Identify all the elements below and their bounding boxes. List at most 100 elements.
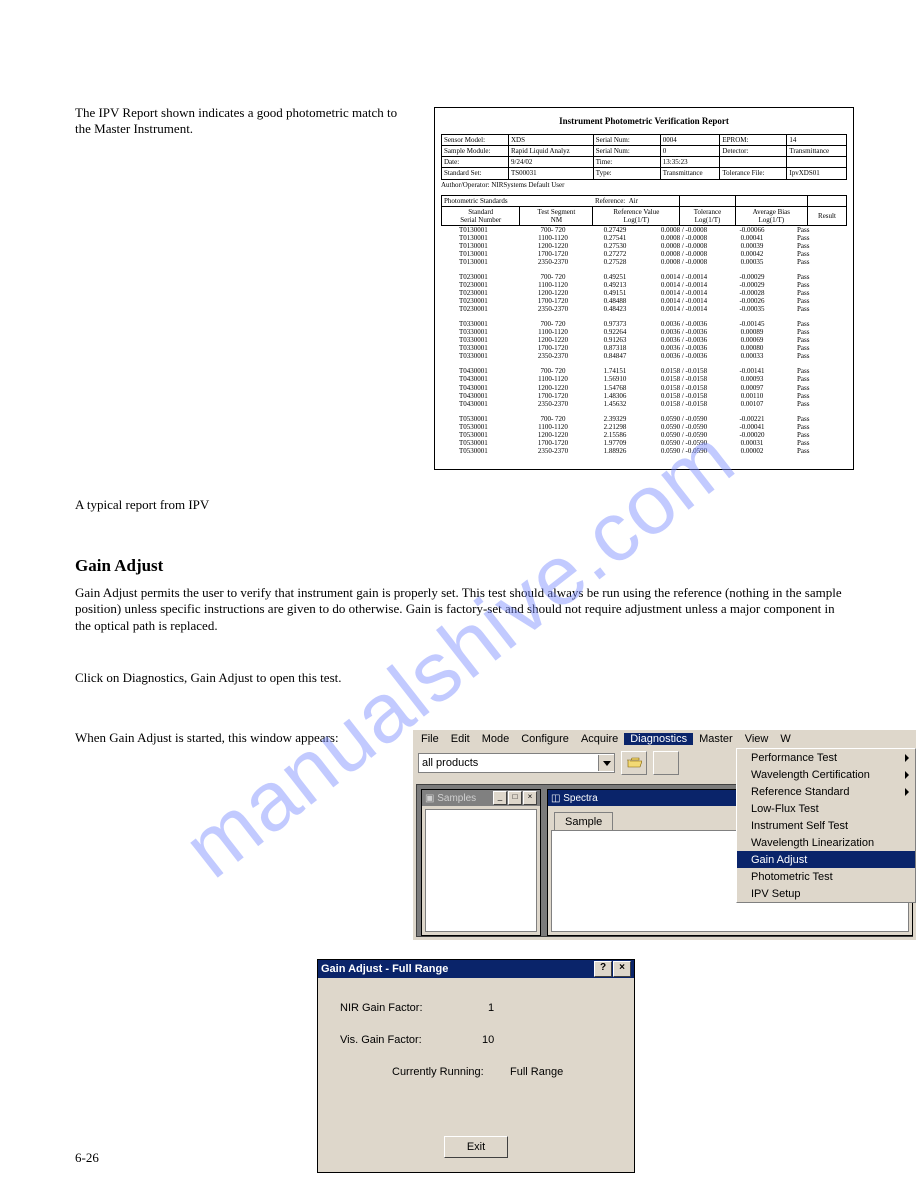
- samples-window: ▣ Samples _ □ ×: [421, 789, 541, 936]
- table-row: T03300011700-17200.873180.0036 / -0.0036…: [441, 344, 847, 352]
- minimize-button[interactable]: _: [493, 791, 507, 805]
- gain-para1: Gain Adjust permits the user to verify t…: [75, 585, 845, 634]
- info-cell: Type:: [593, 168, 660, 179]
- table-row: T03300012350-23700.848470.0036 / -0.0036…: [441, 352, 847, 360]
- menu-file[interactable]: File: [415, 733, 445, 745]
- menu-item-photometric-test[interactable]: Photometric Test: [737, 868, 915, 885]
- info-cell: Date:: [442, 157, 509, 168]
- table-row: T03300011200-12200.912630.0036 / -0.0036…: [441, 336, 847, 344]
- info-cell: Transmittance: [787, 146, 847, 157]
- toolbar-open-button[interactable]: [621, 751, 647, 775]
- menu-item-instrument-self-test[interactable]: Instrument Self Test: [737, 817, 915, 834]
- info-cell: 0004: [660, 135, 720, 146]
- menu-item-low-flux-test[interactable]: Low-Flux Test: [737, 800, 915, 817]
- table-row: T04300011100-11201.569100.0158 / -0.0158…: [441, 375, 847, 383]
- report-info-table: Sensor Model:XDSSerial Num:0004EPROM:14S…: [441, 134, 847, 179]
- folder-open-icon: [626, 756, 642, 770]
- nir-value: 1: [488, 1002, 494, 1014]
- author-label: Author/Operator:: [441, 181, 490, 189]
- menu-item-wavelength-linearization[interactable]: Wavelength Linearization: [737, 834, 915, 851]
- info-cell: 14: [787, 135, 847, 146]
- samples-inner: [425, 809, 537, 932]
- info-cell: Sample Module:: [442, 146, 509, 157]
- table-row: T05300011100-11202.212980.0590 / -0.0590…: [441, 423, 847, 431]
- table-row: T02300011200-12200.491510.0014 / -0.0014…: [441, 289, 847, 297]
- maximize-button[interactable]: □: [508, 791, 522, 805]
- menu-master[interactable]: Master: [693, 733, 739, 745]
- menu-view[interactable]: View: [739, 733, 775, 745]
- vis-label: Vis. Gain Factor:: [340, 1034, 422, 1046]
- submenu-arrow-icon: [905, 788, 909, 796]
- gain-adjust-dialog: Gain Adjust - Full Range ? × NIR Gain Fa…: [317, 959, 635, 1173]
- running-label: Currently Running:: [392, 1066, 484, 1078]
- gain-para3: When Gain Adjust is started, this window…: [75, 730, 395, 746]
- table-row: T0430001700- 7201.741510.0158 / -0.0158-…: [441, 367, 847, 375]
- combo-dropdown-button[interactable]: [598, 755, 614, 771]
- table-row: T0230001700- 7200.492510.0014 / -0.0014-…: [441, 273, 847, 281]
- ipv-report: Instrument Photometric Verification Repo…: [434, 107, 854, 470]
- product-combo[interactable]: all products: [418, 753, 615, 773]
- info-cell: 9/24/02: [509, 157, 594, 168]
- standards-rows: T0130001700- 7200.274290.0008 / -0.0008-…: [441, 226, 847, 455]
- table-row: T04300011700-17201.483060.0158 / -0.0158…: [441, 392, 847, 400]
- menu-mode[interactable]: Mode: [476, 733, 516, 745]
- info-cell: XDS: [509, 135, 594, 146]
- menu-item-wavelength-certification[interactable]: Wavelength Certification: [737, 766, 915, 783]
- spectra-title: ◫ Spectra: [551, 793, 598, 804]
- menubar: FileEditModeConfigureAcquireDiagnosticsM…: [413, 730, 916, 748]
- menu-item-ipv-setup[interactable]: IPV Setup: [737, 885, 915, 902]
- submenu-arrow-icon: [905, 771, 909, 779]
- menu-edit[interactable]: Edit: [445, 733, 476, 745]
- toolbar-button-2[interactable]: [653, 751, 679, 775]
- info-cell: [720, 157, 787, 168]
- ipv-intro: The IPV Report shown indicates a good ph…: [75, 105, 415, 138]
- help-button[interactable]: ?: [594, 961, 612, 977]
- gain-para2: Click on Diagnostics, Gain Adjust to ope…: [75, 670, 342, 686]
- info-cell: Time:: [593, 157, 660, 168]
- table-row: T0130001700- 7200.274290.0008 / -0.0008-…: [441, 226, 847, 234]
- exit-button[interactable]: Exit: [444, 1136, 508, 1158]
- combo-text: all products: [419, 757, 598, 769]
- menu-item-performance-test[interactable]: Performance Test: [737, 749, 915, 766]
- menu-diagnostics[interactable]: Diagnostics: [624, 733, 693, 745]
- report-title: Instrument Photometric Verification Repo…: [441, 116, 847, 126]
- table-row: T05300011700-17201.977090.0590 / -0.0590…: [441, 439, 847, 447]
- info-cell: Transmittance: [660, 168, 720, 179]
- menu-item-gain-adjust[interactable]: Gain Adjust: [737, 851, 915, 868]
- info-cell: Serial Num:: [593, 146, 660, 157]
- menu-w[interactable]: W: [774, 733, 796, 745]
- info-cell: 0: [660, 146, 720, 157]
- vis-value: 10: [482, 1034, 494, 1046]
- close-button[interactable]: ×: [613, 961, 631, 977]
- table-row: T0530001700- 7202.393290.0590 / -0.0590-…: [441, 415, 847, 423]
- chevron-down-icon: [603, 761, 611, 766]
- table-row: T04300011200-12201.547680.0158 / -0.0158…: [441, 384, 847, 392]
- table-row: T02300011700-17200.484880.0014 / -0.0014…: [441, 297, 847, 305]
- table-row: T01300012350-23700.275280.0008 / -0.0008…: [441, 258, 847, 266]
- table-row: T04300012350-23701.456320.0158 / -0.0158…: [441, 400, 847, 408]
- close-button[interactable]: ×: [523, 791, 537, 805]
- spectra-tab[interactable]: Sample: [554, 812, 613, 831]
- info-cell: EPROM:: [720, 135, 787, 146]
- menu-item-reference-standard[interactable]: Reference Standard: [737, 783, 915, 800]
- table-row: T0330001700- 7200.973730.0036 / -0.0036-…: [441, 320, 847, 328]
- table-row: T05300012350-23701.889260.0590 / -0.0590…: [441, 447, 847, 455]
- table-row: T02300012350-23700.484230.0014 / -0.0014…: [441, 305, 847, 313]
- dialog-titlebar: Gain Adjust - Full Range ? ×: [318, 960, 634, 978]
- info-cell: Detector:: [720, 146, 787, 157]
- running-value: Full Range: [510, 1066, 563, 1078]
- ipv-caption: A typical report from IPV: [75, 497, 209, 513]
- menu-configure[interactable]: Configure: [515, 733, 575, 745]
- samples-titlebar: ▣ Samples _ □ ×: [422, 790, 540, 806]
- menu-acquire[interactable]: Acquire: [575, 733, 624, 745]
- dialog-title: Gain Adjust - Full Range: [321, 963, 448, 975]
- info-cell: Rapid Liquid Analyz: [509, 146, 594, 157]
- table-row: T01300011700-17200.272720.0008 / -0.0008…: [441, 250, 847, 258]
- gain-heading: Gain Adjust: [75, 555, 163, 576]
- samples-title: ▣ Samples: [425, 793, 476, 804]
- info-cell: TS00031: [509, 168, 594, 179]
- info-cell: 13:35:23: [660, 157, 720, 168]
- standards-header: Photometric Standards Reference: Air Sta…: [441, 195, 847, 226]
- info-cell: Serial Num:: [593, 135, 660, 146]
- page-number: 6-26: [75, 1150, 99, 1166]
